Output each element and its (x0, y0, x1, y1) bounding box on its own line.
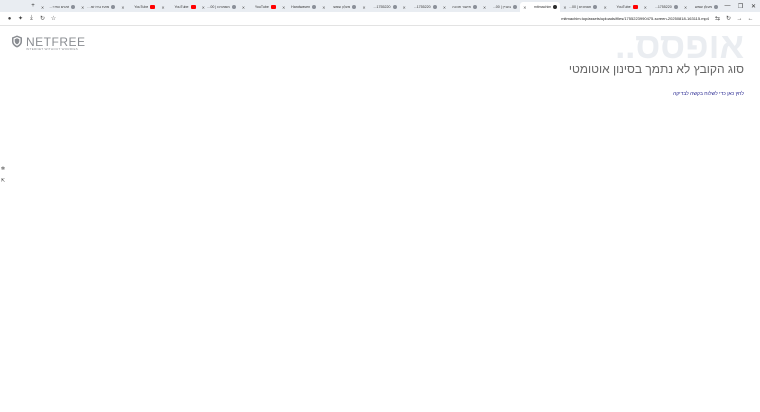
tab-favicon-icon (432, 5, 437, 9)
translate-icon[interactable]: ⇆ (712, 13, 723, 24)
browser-tab[interactable]: מאת גרוז זמנים ✕ (78, 2, 118, 12)
tab-title: YouTube (134, 5, 149, 9)
tab-title: מסמכים | 00... (207, 5, 230, 9)
tab-close-icon[interactable]: ✕ (242, 5, 245, 10)
browser-tab[interactable]: מסמכים | 00... ✕ (560, 2, 600, 12)
tab-title: 1755220... (654, 5, 672, 9)
browser-tab[interactable]: מעלון שמש ✕ (681, 2, 721, 12)
browser-toolbar: ● ✦ ⤓ ↻ ☆ mitmachim.top/assets/uploads/f… (0, 12, 760, 26)
tab-favicon-icon (392, 5, 397, 9)
request-review-link[interactable]: לחץ כאן כדי לשלוח בקשה לבדיקה (673, 91, 744, 97)
netfree-logo: NETFREE INTERNET WITHOUT WORRIES (11, 34, 86, 51)
tab-close-icon[interactable]: ✕ (81, 5, 84, 10)
tab-favicon-icon (472, 5, 477, 9)
browser-tab[interactable]: מסמכים | 00... ✕ (199, 2, 239, 12)
tab-title: 1755220... (373, 5, 391, 9)
reload-icon[interactable]: ↻ (723, 13, 734, 24)
tab-title: מאת גרוז זמנים (86, 5, 110, 9)
browser-tab[interactable]: 1755220... ✕ (641, 2, 681, 12)
new-tab-button[interactable]: + (28, 3, 38, 9)
youtube-icon (270, 5, 276, 9)
tab-close-icon[interactable]: ✕ (563, 5, 566, 10)
tab-close-icon[interactable]: ✕ (202, 5, 205, 10)
browser-tab[interactable]: mitmachim ✕ (520, 2, 561, 12)
netfree-icon (553, 5, 558, 9)
tab-close-icon[interactable]: ✕ (483, 5, 486, 10)
error-subtitle: סוג הקובץ לא נתמך בסינון אוטומטי (568, 62, 744, 76)
forward-icon[interactable]: → (734, 13, 745, 24)
logo-text: NETFREE (26, 34, 86, 49)
back-icon[interactable]: ← (745, 13, 756, 24)
tab-title: בעניין | 00... (492, 5, 512, 9)
tab-close-icon[interactable]: ✕ (362, 5, 365, 10)
browser-tab[interactable]: זמנים וסדר... ✕ (38, 2, 78, 12)
tab-favicon-icon (111, 5, 116, 9)
tab-title: זמנים וסדר... (49, 5, 69, 9)
minimize-window-button[interactable]: — (721, 0, 734, 12)
tab-strip: ✕ ❐ — מעלון שמש ✕ 1755220... ✕ YouTube ✕ מסמכי… (0, 0, 760, 12)
tab-close-icon[interactable]: ✕ (121, 5, 124, 10)
browser-tab[interactable]: 1755220... ✕ (359, 2, 399, 12)
side-tool-icon[interactable]: ⇱ (0, 178, 6, 184)
error-heading: אופסס.. (615, 25, 744, 66)
tab-title: mitmachim (533, 5, 552, 9)
tab-favicon-icon (312, 5, 317, 9)
tab-close-icon[interactable]: ✕ (603, 5, 606, 10)
tab-favicon-icon (513, 5, 518, 9)
browser-tab[interactable]: YouTube ✕ (158, 2, 198, 12)
youtube-icon (632, 5, 638, 9)
tab-favicon-icon (673, 5, 678, 9)
browser-tab[interactable]: בעניין | 00... ✕ (480, 2, 520, 12)
tab-close-icon[interactable]: ✕ (282, 5, 285, 10)
tab-close-icon[interactable]: ✕ (443, 5, 446, 10)
browser-tab[interactable]: אישור תוכנה ✕ (440, 2, 480, 12)
tab-favicon-icon (231, 5, 236, 9)
tab-title: YouTube (254, 5, 269, 9)
tab-favicon-icon (352, 5, 357, 9)
tab-favicon-icon (714, 5, 718, 9)
tab-close-icon[interactable]: ✕ (644, 5, 647, 10)
tab-title: מסמכים | 00... (569, 5, 592, 9)
tab-title: YouTube (616, 5, 631, 9)
tab-title: Handwaven (291, 5, 311, 9)
tab-close-icon[interactable]: ✕ (684, 5, 687, 10)
browser-tab[interactable]: YouTube ✕ (239, 2, 279, 12)
browser-tab[interactable]: 1755220... ✕ (400, 2, 440, 12)
logo-tagline: INTERNET WITHOUT WORRIES (26, 47, 79, 51)
close-window-button[interactable]: ✕ (747, 0, 760, 12)
browser-tab[interactable]: YouTube ✕ (600, 2, 640, 12)
tab-close-icon[interactable]: ✕ (523, 5, 526, 10)
tab-favicon-icon (71, 5, 75, 9)
address-bar[interactable]: mitmachim.top/assets/uploads/files/17552… (59, 16, 712, 21)
browser-tab[interactable]: Handwaven ✕ (279, 2, 319, 12)
youtube-icon (190, 5, 196, 9)
tab-title: מעלון שמש (695, 5, 712, 9)
extensions-icon[interactable]: ✦ (15, 13, 26, 24)
side-panel-icon[interactable]: ✲ (0, 166, 6, 172)
maximize-window-button[interactable]: ❐ (734, 0, 747, 12)
tab-title: אישור תוכנה (452, 5, 471, 9)
tab-close-icon[interactable]: ✕ (322, 5, 325, 10)
tab-title: מעלון שמש (333, 5, 351, 9)
tab-close-icon[interactable]: ✕ (161, 5, 164, 10)
tab-favicon-icon (593, 5, 598, 9)
tab-close-icon[interactable]: ✕ (403, 5, 406, 10)
browser-tab[interactable]: YouTube ✕ (118, 2, 158, 12)
shield-icon (12, 35, 22, 48)
tab-close-icon[interactable]: ✕ (41, 5, 44, 10)
bookmark-star-icon[interactable]: ☆ (48, 13, 59, 24)
youtube-icon (150, 5, 156, 9)
profile-icon[interactable]: ● (4, 13, 15, 24)
tab-title: 1755220... (413, 5, 431, 9)
refresh-icon[interactable]: ↻ (37, 13, 48, 24)
browser-tab[interactable]: מעלון שמש ✕ (319, 2, 359, 12)
downloads-icon[interactable]: ⤓ (26, 13, 37, 24)
tab-title: YouTube (174, 5, 189, 9)
